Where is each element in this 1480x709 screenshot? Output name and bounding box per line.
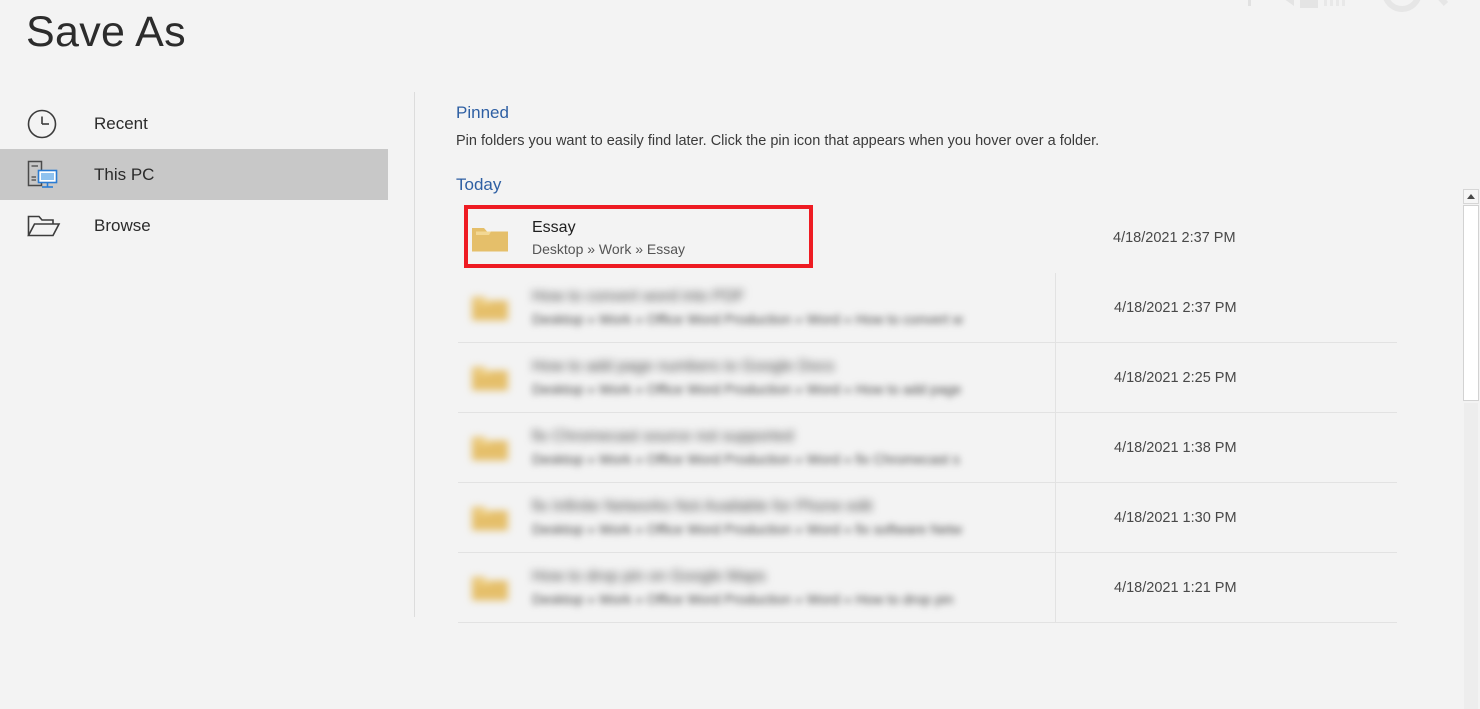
- pinned-heading: Pinned: [456, 103, 509, 122]
- row-path: Desktop » Work » Office Word Production …: [532, 590, 954, 607]
- pinned-description: Pin folders you want to easily find late…: [456, 133, 1100, 149]
- row-path: Desktop » Work » Office Word Production …: [532, 380, 962, 397]
- table-row[interactable]: How to add page numbers to Google Docs D…: [458, 342, 1397, 413]
- scroll-up-arrow-icon: [1467, 194, 1475, 199]
- row-text: fix Infinite Networks Not Available for …: [532, 496, 1055, 538]
- ribbon-overflow-icons: [1238, 0, 1468, 18]
- ribbon-glyph-partial-2-icon: [1285, 0, 1345, 8]
- row-text: fix Chromecast source not supported Desk…: [532, 426, 1055, 468]
- folder-icon: [470, 361, 510, 394]
- row-date: 4/18/2021 2:37 PM: [1113, 230, 1236, 246]
- row-date: 4/18/2021 1:30 PM: [1055, 482, 1397, 553]
- folder-icon: [470, 431, 510, 464]
- row-name: How to convert word into PDF: [532, 288, 745, 306]
- folder-icon: [470, 501, 510, 534]
- row-text: How to drop pin on Google Maps Desktop »…: [532, 566, 1055, 608]
- table-row[interactable]: fix Chromecast source not supported Desk…: [458, 412, 1397, 483]
- folder-icon: [470, 571, 510, 604]
- sidebar-item-recent-label: Recent: [94, 113, 148, 133]
- table-row[interactable]: How to convert word into PDF Desktop » W…: [458, 272, 1397, 343]
- row-date: 4/18/2021 2:37 PM: [1055, 272, 1397, 343]
- table-row[interactable]: fix Infinite Networks Not Available for …: [458, 482, 1397, 553]
- sidebar-item-recent[interactable]: Recent: [0, 98, 414, 149]
- row-name: fix Chromecast source not supported: [532, 428, 794, 446]
- row-name: Essay: [532, 218, 576, 236]
- scrollbar-track[interactable]: [1464, 403, 1478, 709]
- row-text: How to add page numbers to Google Docs D…: [532, 356, 1055, 398]
- row-date: 4/18/2021 1:21 PM: [1055, 552, 1397, 623]
- folder-icon: [470, 291, 510, 324]
- row-date: 4/18/2021 2:25 PM: [1055, 342, 1397, 413]
- page-title: Save As: [26, 8, 186, 56]
- row-name: How to add page numbers to Google Docs: [532, 358, 835, 376]
- search-glyph-partial-icon: [1383, 0, 1449, 12]
- open-folder-icon: [26, 206, 68, 246]
- sidebar-item-this-pc[interactable]: This PC: [0, 149, 388, 200]
- content-scrollbar[interactable]: [1462, 189, 1480, 709]
- row-text: Essay Desktop » Work » Essay: [532, 217, 1055, 259]
- table-row[interactable]: How to drop pin on Google Maps Desktop »…: [458, 552, 1397, 623]
- places-navigation: Recent This PC Browse: [0, 98, 414, 251]
- row-text: How to convert word into PDF Desktop » W…: [532, 286, 1055, 328]
- this-pc-icon: [26, 155, 68, 195]
- save-as-content-pane: Pinned Pin folders you want to easily fi…: [415, 92, 1480, 709]
- row-path: Desktop » Work » Office Word Production …: [532, 310, 963, 327]
- sidebar-item-browse[interactable]: Browse: [0, 200, 414, 251]
- clock-icon: [26, 104, 68, 144]
- today-heading: Today: [456, 175, 502, 194]
- scrollbar-thumb[interactable]: [1463, 205, 1479, 401]
- row-date: 4/18/2021 1:38 PM: [1055, 412, 1397, 483]
- sidebar-item-this-pc-label: This PC: [94, 164, 155, 184]
- row-name: fix Infinite Networks Not Available for …: [532, 498, 873, 516]
- row-path: Desktop » Work » Office Word Production …: [532, 520, 963, 537]
- folder-icon: [470, 222, 510, 255]
- sidebar-item-browse-label: Browse: [94, 215, 151, 235]
- scroll-up-button[interactable]: [1463, 189, 1479, 204]
- row-path: Desktop » Work » Office Word Production …: [532, 450, 960, 467]
- ribbon-glyph-partial-icon: [1248, 0, 1251, 6]
- row-name: How to drop pin on Google Maps: [532, 568, 766, 586]
- row-path: Desktop » Work » Essay: [532, 241, 686, 258]
- recent-folders-list: Essay Desktop » Work » Essay 4/18/2021 2…: [415, 203, 1480, 623]
- table-row[interactable]: Essay Desktop » Work » Essay 4/18/2021 2…: [458, 203, 1397, 273]
